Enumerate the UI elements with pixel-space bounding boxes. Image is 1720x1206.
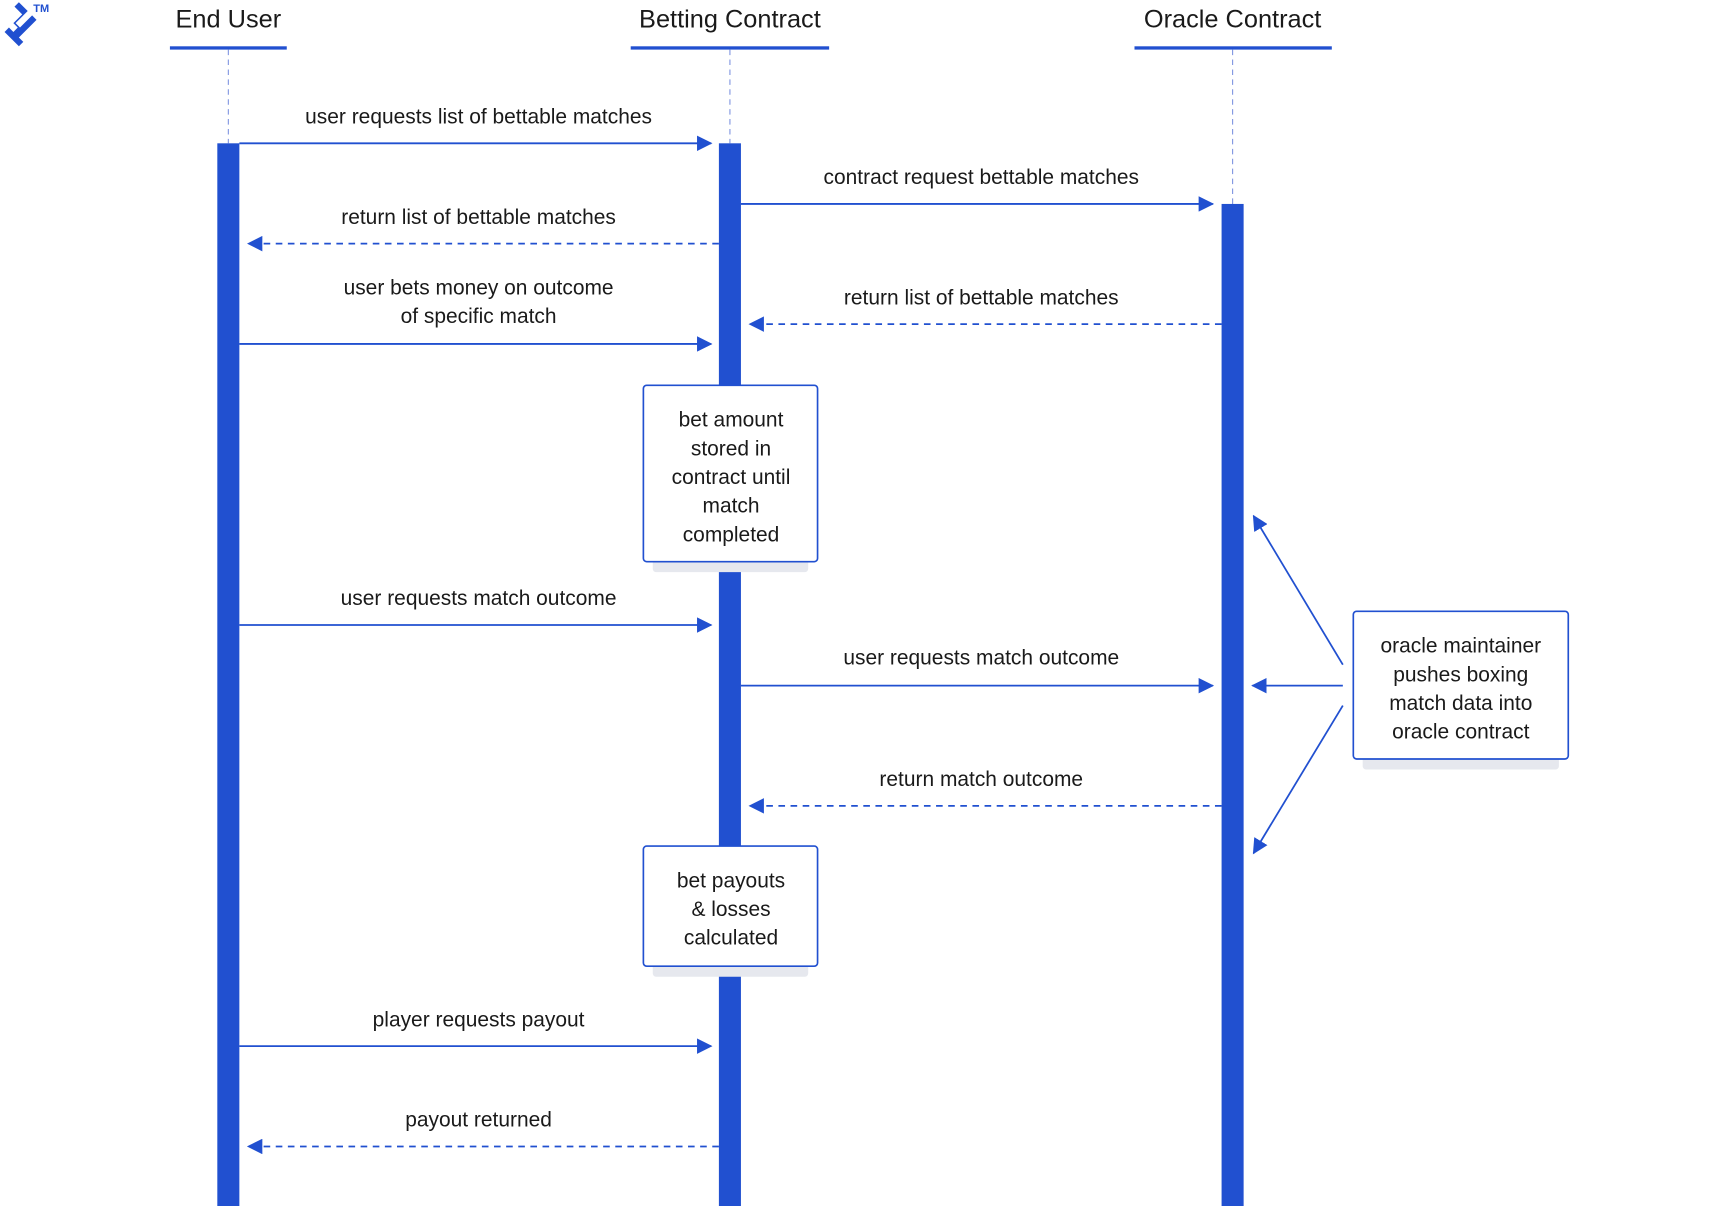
- message-label: user requests match outcome: [341, 587, 617, 610]
- note-line: bet amount: [679, 409, 784, 432]
- note-line: match data into: [1389, 692, 1532, 715]
- message-6: user requests match outcome: [239, 587, 713, 633]
- note-line: oracle maintainer: [1380, 635, 1541, 658]
- participant-oracle-contract: Oracle Contract: [1134, 6, 1332, 1206]
- message-4: user bets money on outcome of specific m…: [239, 276, 713, 352]
- activation-bar: [1221, 203, 1244, 1206]
- message-9: player requests payout: [239, 1008, 713, 1054]
- note-line: contract until: [672, 466, 791, 489]
- sequence-diagram: TM End User Betting Contract Oracle Cont…: [4, 2, 1570, 1206]
- note-line: match: [703, 495, 760, 518]
- message-label: return match outcome: [879, 768, 1083, 791]
- message-2: contract request bettable matches: [740, 166, 1215, 212]
- note-payouts-calculated: bet payouts & losses calculated: [642, 845, 819, 977]
- message-3: return list of bettable matches: [246, 206, 719, 252]
- message-1: user requests list of bettable matches: [239, 105, 713, 152]
- participant-betting-contract: Betting Contract: [630, 6, 830, 1206]
- message-10: payout returned: [246, 1109, 719, 1155]
- note-line: & losses: [691, 898, 770, 921]
- push-arrow-up: [1252, 514, 1344, 666]
- note-line: oracle contract: [1392, 721, 1530, 744]
- push-arrow-down: [1252, 705, 1344, 855]
- note-line: pushes boxing: [1393, 663, 1528, 686]
- participant-label: End User: [176, 6, 282, 34]
- message-label: payout returned: [405, 1109, 552, 1132]
- oracle-maintainer: oracle maintainer pushes boxing match da…: [1251, 514, 1570, 855]
- message-label: return list of bettable matches: [341, 206, 616, 229]
- message-8: return match outcome: [748, 768, 1222, 814]
- message-7: user requests match outcome: [740, 647, 1215, 694]
- message-5: return list of bettable matches: [748, 286, 1222, 332]
- participant-underline: [169, 46, 287, 50]
- note-line: bet payouts: [677, 869, 785, 892]
- activation-bar: [217, 143, 240, 1206]
- activation-bar: [718, 143, 741, 1206]
- note-line: completed: [683, 523, 780, 546]
- note-line: stored in: [691, 437, 771, 460]
- message-label: return list of bettable matches: [844, 286, 1119, 309]
- note-line: calculated: [684, 927, 778, 950]
- message-label-line-2: of specific match: [401, 305, 557, 328]
- participant-underline: [1134, 46, 1332, 50]
- note-bet-stored: bet amount stored in contract until matc…: [642, 384, 819, 573]
- message-label: contract request bettable matches: [824, 166, 1139, 189]
- trademark-label: TM: [33, 3, 49, 15]
- toptal-logo-icon: TM: [4, 2, 49, 47]
- participant-underline: [630, 46, 830, 50]
- message-label-line-1: user bets money on outcome: [344, 276, 614, 299]
- message-label: user requests list of bettable matches: [305, 105, 652, 128]
- message-label: player requests payout: [373, 1008, 585, 1031]
- participant-label: Betting Contract: [639, 6, 821, 34]
- message-label: user requests match outcome: [843, 647, 1119, 670]
- participant-end-user: End User: [169, 6, 287, 1206]
- participant-label: Oracle Contract: [1144, 6, 1321, 34]
